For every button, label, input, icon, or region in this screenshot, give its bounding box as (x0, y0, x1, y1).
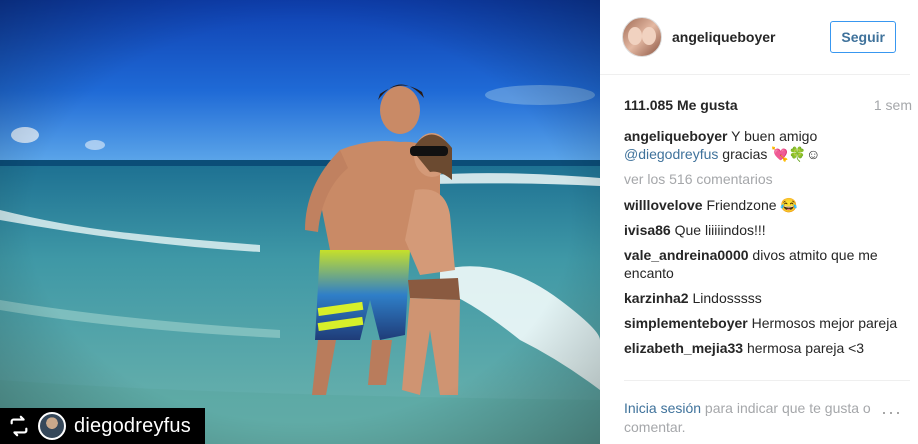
comment-item: simplementeboyer Hermosos mejor pareja (624, 314, 906, 332)
regram-badge[interactable]: diegodreyfus (0, 408, 205, 444)
comment-text: Friendzone 😂 (702, 197, 798, 213)
login-link[interactable]: Inicia sesión (624, 400, 701, 416)
caption-text: Y buen amigo (727, 128, 818, 144)
repost-icon (10, 415, 28, 437)
author-avatar[interactable] (622, 17, 662, 57)
comment-item: willlovelove Friendzone 😂 (624, 196, 906, 214)
post-sidebar: angeliqueboyer Seguir 111.085 Me gusta 1… (600, 0, 918, 444)
comment-username[interactable]: willlovelove (624, 197, 703, 213)
comment-username[interactable]: simplementeboyer (624, 315, 748, 331)
comment-text: Hermosos mejor pareja (747, 315, 898, 331)
caption-username[interactable]: angeliqueboyer (624, 128, 727, 144)
comment-username[interactable]: ivisa86 (624, 222, 671, 238)
post-meta: 111.085 Me gusta 1 sem (600, 75, 918, 113)
comments-list: angeliqueboyer Y buen amigo @diegodreyfu… (600, 113, 918, 357)
comment-item: karzinha2 Lindosssss (624, 289, 906, 307)
comment-item: elizabeth_mejia33 hermosa pareja <3 (624, 339, 906, 357)
caption: angeliqueboyer Y buen amigo @diegodreyfu… (624, 127, 906, 163)
beach-photo (0, 0, 600, 444)
comment-text: hermosa pareja <3 (743, 340, 865, 356)
comment-text: Que liiiiindos!!! (670, 222, 766, 238)
regram-username[interactable]: diegodreyfus (74, 415, 191, 438)
comment-item: vale_andreina0000 divos atmito que me en… (624, 246, 906, 282)
post-header: angeliqueboyer Seguir (600, 0, 910, 75)
view-all-comments-link[interactable]: ver los 516 comentarios (624, 170, 906, 188)
follow-button[interactable]: Seguir (830, 21, 896, 53)
post-time[interactable]: 1 sem (874, 97, 912, 113)
caption-mention[interactable]: @diegodreyfus (624, 146, 718, 162)
post-photo[interactable]: diegodreyfus (0, 0, 600, 444)
comment-username[interactable]: vale_andreina0000 (624, 247, 749, 263)
comment-username[interactable]: karzinha2 (624, 290, 689, 306)
regram-avatar (38, 412, 66, 440)
comment-text: Lindosssss (688, 290, 762, 306)
comment-item: ivisa86 Que liiiiindos!!! (624, 221, 906, 239)
author-username[interactable]: angeliqueboyer (672, 29, 830, 45)
more-options-icon[interactable]: ··· (881, 403, 902, 422)
caption-rest: gracias 💘🍀☺ (718, 146, 821, 162)
likes-count[interactable]: 111.085 Me gusta (624, 97, 738, 113)
comment-username[interactable]: elizabeth_mejia33 (624, 340, 743, 356)
login-prompt: Inicia sesión para indicar que te gusta … (624, 380, 910, 444)
